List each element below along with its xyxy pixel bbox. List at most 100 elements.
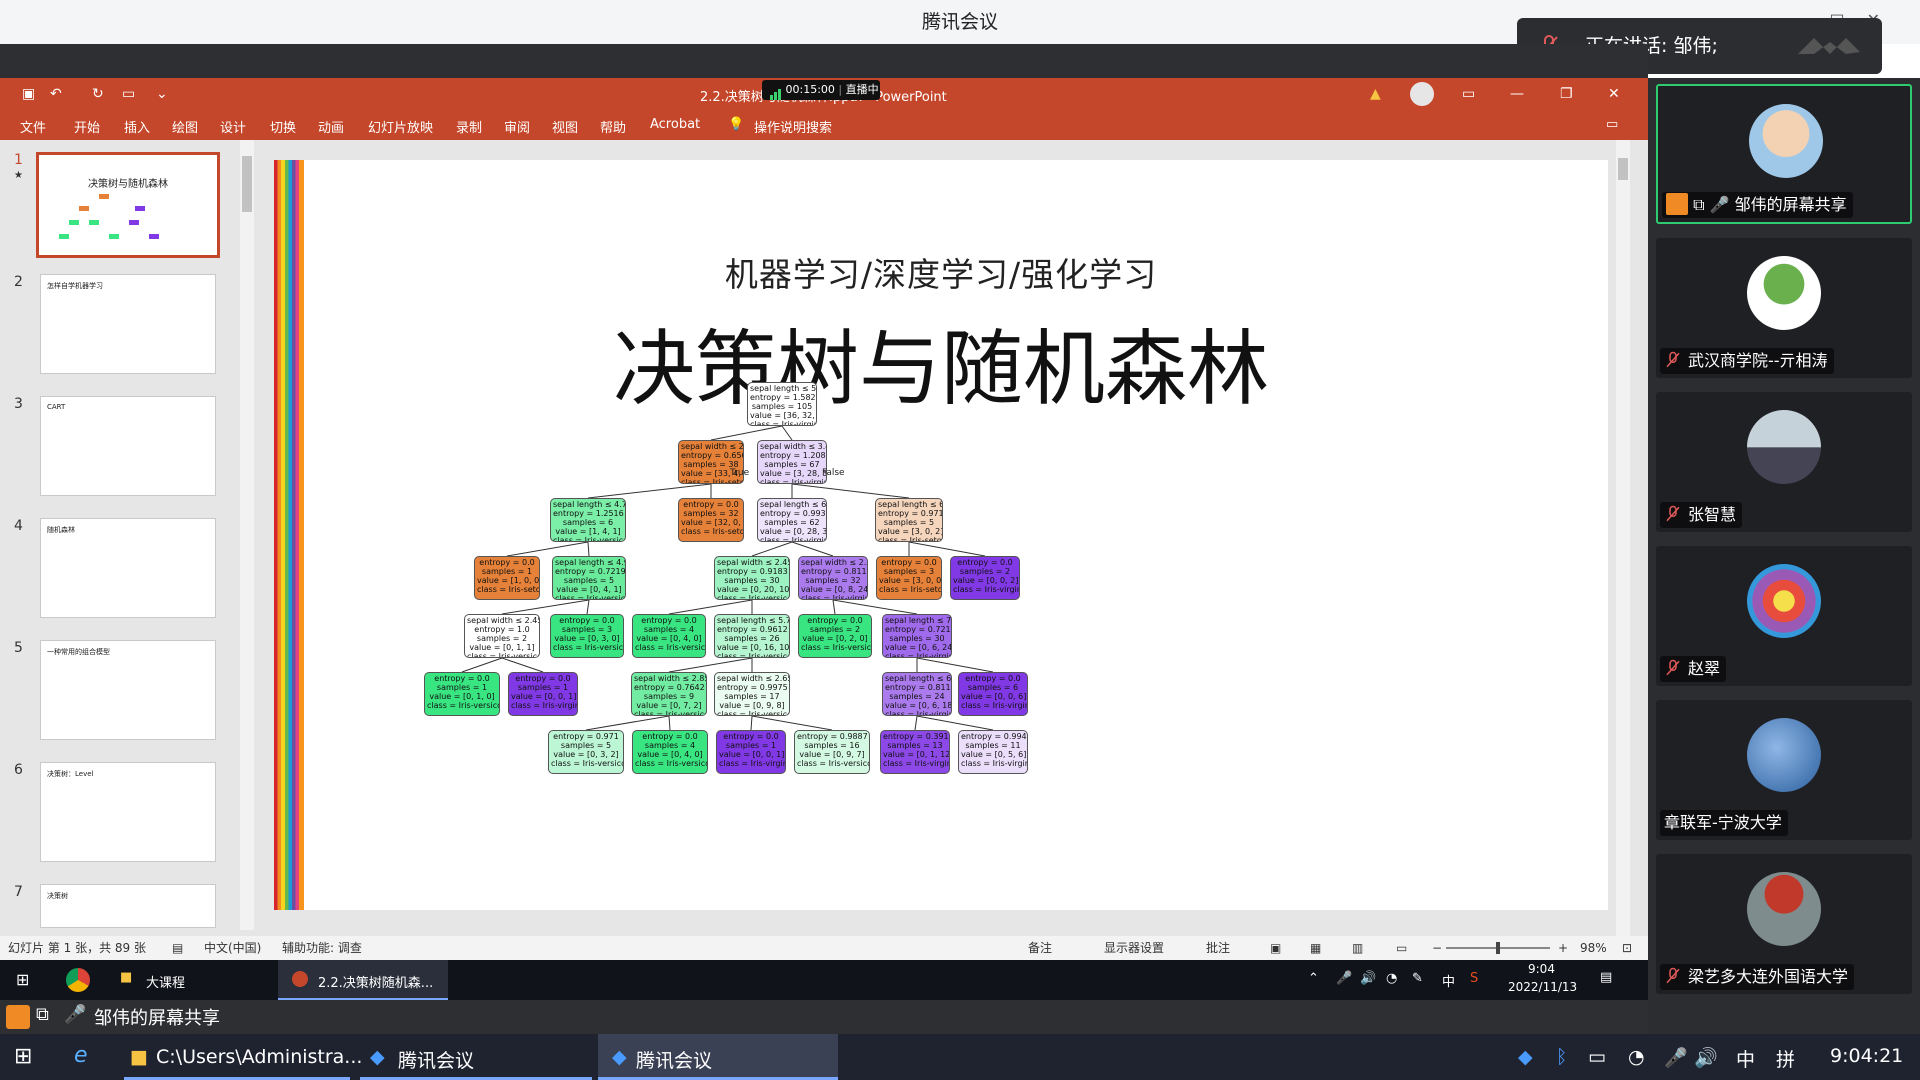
tree-node-line: value = [3, 0, 0] — [879, 576, 942, 585]
zoom-level[interactable]: 98% — [1580, 936, 1607, 960]
taskbar-meeting-item-active[interactable]: ◆ 腾讯会议 — [598, 1034, 838, 1080]
notification-icon[interactable]: ▤ — [1600, 970, 1612, 985]
participant-tile[interactable]: 梁艺多大连外国语大学 — [1656, 854, 1912, 994]
tab-draw[interactable]: 绘图 — [172, 117, 198, 136]
save-icon[interactable]: ▣ — [22, 86, 35, 102]
notes-button[interactable]: 备注 — [1028, 936, 1052, 960]
display-settings-button[interactable]: 显示器设置 — [1104, 936, 1164, 960]
tree-node-line: class = Iris-virginica — [883, 759, 949, 768]
slide-scrollbar[interactable] — [1616, 140, 1630, 936]
participant-tile[interactable]: 章联军-宁波大学 — [1656, 700, 1912, 840]
tree-node: sepal length ≤ 5.45entropy = 1.5822sampl… — [747, 382, 817, 426]
participant-tile[interactable]: 张智慧 — [1656, 392, 1912, 532]
inner-clock-date[interactable]: 2022/11/13 — [1508, 980, 1577, 994]
zoom-in-button[interactable]: + — [1558, 936, 1568, 960]
slide-thumbnail[interactable]: 随机森林 — [40, 518, 216, 618]
comment-icon[interactable]: ▭ — [1606, 117, 1618, 132]
windows-start-icon[interactable]: ⊞ — [14, 1044, 32, 1069]
fit-slide-icon[interactable]: ⊡ — [1622, 936, 1632, 960]
warning-icon[interactable]: ▲ — [1370, 86, 1381, 102]
tab-design[interactable]: 设计 — [220, 117, 246, 136]
tab-animations[interactable]: 动画 — [318, 117, 344, 136]
slide-scrollbar-thumb[interactable] — [1618, 158, 1628, 180]
tab-transitions[interactable]: 切换 — [270, 117, 296, 136]
tree-node-line: sepal width ≤ 2.65 — [717, 674, 790, 683]
participant-tile[interactable]: 赵翠 — [1656, 546, 1912, 686]
accessibility-status[interactable]: 辅助功能: 调查 — [282, 936, 362, 960]
slide-thumbnail[interactable]: 一种常用的组合模型 — [40, 640, 216, 740]
ribbon-display-icon[interactable]: ▭ — [1462, 86, 1475, 102]
participant-name-tag: 章联军-宁波大学 — [1660, 810, 1788, 836]
account-avatar-icon[interactable] — [1410, 82, 1434, 106]
tab-insert[interactable]: 插入 — [124, 117, 150, 136]
mic-icon[interactable]: 🎤 — [1664, 1046, 1688, 1069]
tab-record[interactable]: 录制 — [456, 117, 482, 136]
slide-thumbnail[interactable]: 决策树：Level — [40, 762, 216, 862]
reading-view-icon[interactable]: ▥ — [1352, 936, 1363, 960]
tree-node-line: value = [0, 1, 1] — [469, 643, 535, 652]
outer-clock-time[interactable]: 9:04:21 — [1830, 1045, 1903, 1067]
participant-tile[interactable]: ⧉ 🎤 邹伟的屏幕共享 — [1656, 84, 1912, 224]
thumbnail-scrollbar[interactable] — [240, 140, 254, 930]
taskbar-meeting-item[interactable]: ◆ 腾讯会议 — [360, 1034, 592, 1080]
redo-icon[interactable]: ↻ — [92, 86, 104, 102]
tab-home[interactable]: 开始 — [74, 117, 100, 136]
tray-mic-icon[interactable]: 🎤 — [1336, 971, 1352, 986]
ppt-close-icon[interactable]: ✕ — [1608, 86, 1620, 102]
tab-file[interactable]: 文件 — [20, 117, 46, 136]
normal-view-icon[interactable]: ▣ — [1270, 936, 1281, 960]
windows-start-icon[interactable]: ⊞ — [16, 970, 29, 989]
ppt-restore-icon[interactable]: ❐ — [1560, 86, 1573, 102]
slide-thumbnail[interactable]: 决策树 — [40, 884, 216, 928]
folder-icon[interactable]: ■ — [120, 970, 132, 985]
customize-quick-access-icon[interactable]: ⌄ — [156, 86, 168, 102]
tray-meeting-icon[interactable]: ◆ — [1518, 1046, 1533, 1068]
wifi-icon[interactable]: ◔ — [1628, 1046, 1645, 1068]
slide-thumbnail[interactable]: 决策树与随机森林 — [36, 152, 220, 258]
inner-clock-time[interactable]: 9:04 — [1528, 962, 1555, 976]
battery-icon[interactable]: ▭ — [1588, 1046, 1606, 1068]
ppt-minimize-icon[interactable]: — — [1510, 86, 1524, 102]
tray-ime[interactable]: 中 — [1442, 971, 1455, 990]
slide-thumbnail[interactable]: CART — [40, 396, 216, 496]
tab-view[interactable]: 视图 — [552, 117, 578, 136]
tab-help[interactable]: 帮助 — [600, 117, 626, 136]
tree-node-line: samples = 2 — [476, 634, 528, 643]
slide-sorter-icon[interactable]: ▦ — [1310, 936, 1321, 960]
tab-review[interactable]: 审阅 — [504, 117, 530, 136]
slideshow-view-icon[interactable]: ▭ — [1396, 936, 1407, 960]
language-status[interactable]: 中文(中国) — [204, 936, 261, 960]
tree-node: sepal length ≤ 4.95entropy = 0.7219sampl… — [552, 556, 626, 600]
ime-mode-icon[interactable]: 拼 — [1776, 1045, 1795, 1072]
tray-chevron-icon[interactable]: ⌃ — [1308, 971, 1319, 986]
chrome-icon[interactable] — [66, 968, 90, 992]
participant-tile[interactable]: 武汉商学院--亓相涛 — [1656, 238, 1912, 378]
taskbar-ppt-item[interactable]: 2.2.决策树随机森... — [278, 960, 448, 1000]
share-screen-icon: ⧉ — [1693, 195, 1705, 214]
scrollbar-thumb[interactable] — [242, 156, 252, 212]
tray-volume-icon[interactable]: 🔊 — [1360, 971, 1376, 986]
taskbar-explorer-item[interactable]: ■ C:\Users\Administra... — [124, 1034, 362, 1080]
tab-acrobat[interactable]: Acrobat — [650, 117, 700, 132]
zoom-slider-handle[interactable] — [1496, 942, 1500, 954]
ie-icon[interactable]: e — [74, 1043, 88, 1068]
taskbar-folder-label[interactable]: 大课程 — [146, 972, 185, 991]
tell-me-search[interactable]: 操作说明搜索 — [754, 117, 832, 136]
tray-app-icon[interactable]: S — [1470, 971, 1478, 986]
tray-network-icon[interactable]: ◔ — [1386, 971, 1397, 986]
comments-button[interactable]: 批注 — [1206, 936, 1230, 960]
slide-canvas[interactable]: 机器学习/深度学习/强化学习 决策树与随机森林 sepal length ≤ 5… — [274, 160, 1608, 910]
tray-pen-icon[interactable]: ✎ — [1412, 971, 1423, 986]
tree-edge — [668, 599, 753, 615]
volume-icon[interactable]: 🔊 — [1694, 1046, 1718, 1069]
slide-thumbnail[interactable]: 怎样自学机器学习 — [40, 274, 216, 374]
zoom-out-button[interactable]: − — [1432, 936, 1442, 960]
undo-icon[interactable]: ↶ — [50, 86, 62, 102]
bluetooth-icon[interactable]: ᛒ — [1556, 1046, 1567, 1068]
spellcheck-icon[interactable]: ▤ — [172, 936, 183, 960]
tree-node-line: samples = 5 — [563, 576, 615, 585]
ime-indicator[interactable]: 中 — [1736, 1045, 1755, 1072]
star-icon: ★ — [14, 170, 23, 181]
tab-slideshow[interactable]: 幻灯片放映 — [368, 117, 433, 136]
present-icon[interactable]: ▭ — [122, 86, 135, 102]
